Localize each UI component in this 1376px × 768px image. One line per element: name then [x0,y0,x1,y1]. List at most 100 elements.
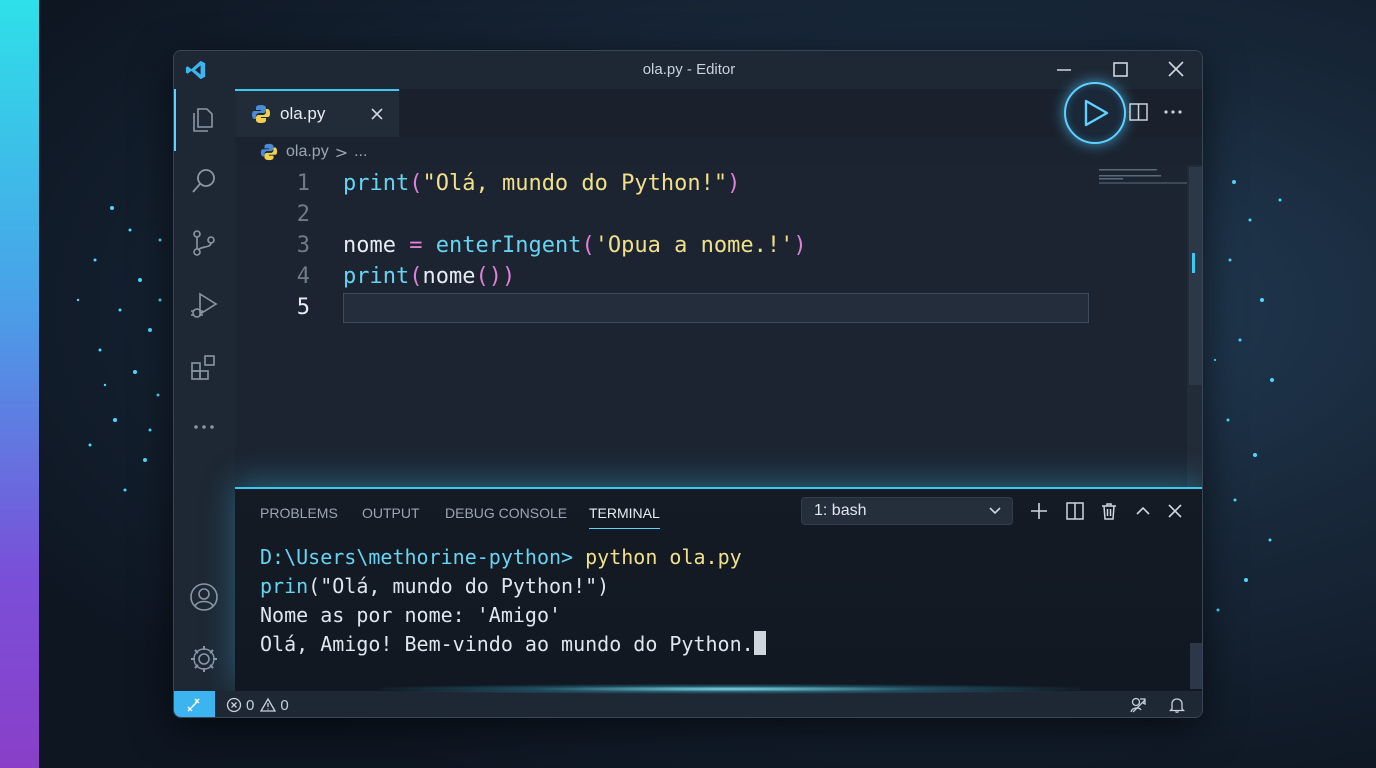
code-token: ) [727,171,741,196]
terminal-line-3: Nome as por nome: 'Amigo' [260,603,562,627]
tab-ola-py[interactable]: ola.py [235,89,399,137]
terminal-line-2: prin("Olá, mundo do Python!") [260,572,609,601]
close-window-icon[interactable] [1164,59,1188,81]
error-count: 0 [246,696,255,714]
breadcrumb-symbols[interactable]: ... [354,143,367,161]
close-panel-icon[interactable] [1165,501,1185,521]
terminal-scrollbar[interactable] [1190,643,1202,689]
trash-icon[interactable] [1099,501,1119,521]
breadcrumb: ola.py > ... [260,139,367,165]
remote-button[interactable] [174,691,215,717]
code-line[interactable]: 3 nome = enterIngent('Opua a nome.!') [235,230,1135,261]
code-text: nome = enterIngent('Opua a nome.!') [343,230,807,261]
code-token: print [343,264,410,289]
line-number: 5 [296,295,310,320]
code-token: nome [422,264,476,289]
code-text: print("Olá, mundo do Python!") [343,168,740,199]
code-line[interactable]: 5 [235,292,1135,323]
code-token: ) [501,264,516,289]
code-token: ( [409,171,423,196]
code-token: = [409,233,423,258]
status-bar: 0 0 [174,691,1202,717]
warning-icon [260,697,277,712]
line-number: 3 [296,233,310,258]
settings-gear-icon[interactable] [188,643,220,675]
terminal-line-2-fn: prin [260,574,309,598]
terminal-prompt: D:\Users\methorine-python> [260,545,574,569]
maximize-icon[interactable] [1108,59,1132,81]
line-number: 4 [296,264,310,289]
terminal-select-value: 1: bash [814,502,867,519]
more-actions-icon[interactable] [1162,102,1184,122]
window-title: ola.py - Editor [642,61,736,78]
tab-debug-console[interactable]: DEBUG CONSOLE [445,503,567,529]
split-editor-icon[interactable] [1128,102,1150,122]
code-editor[interactable]: 1 print("Olá, mundo do Python!") 2 3 nome = … [235,165,1202,487]
chevron-down-icon [989,507,1001,515]
remote-icon [187,698,200,712]
editor-window: ola.py - Editor ola.py ola.py > ... 1 pr… [173,50,1203,718]
account-icon[interactable] [188,581,220,613]
terminal-line-4: Olá, Amigo! Bem-vindo ao mundo do Python… [260,630,766,659]
code-token: nome [343,233,410,258]
tab-terminal[interactable]: TERMINAL [589,503,660,529]
maximize-panel-icon[interactable] [1133,501,1153,521]
code-token: enterIngent [435,233,582,258]
code-token: print [343,171,410,196]
scrollbar-thumb[interactable] [1189,167,1202,385]
terminal-line-1: D:\Users\methorine-python> python ola.py [260,543,742,572]
more-views-icon[interactable] [188,411,220,443]
code-token: ) [793,233,807,258]
terminal-cursor [753,631,766,655]
title-bar: ola.py - Editor [174,51,1202,89]
code-text: print(nome()) [343,261,515,292]
line-number: 2 [296,202,310,227]
code-token: ( [409,264,423,289]
activity-bar [174,89,235,691]
python-file-icon [252,105,270,123]
left-gradient-strip [0,0,39,768]
tab-output[interactable]: OUTPUT [362,503,420,529]
split-terminal-icon[interactable] [1065,501,1085,521]
editor-scrollbar[interactable] [1187,165,1202,487]
code-line[interactable]: 2 [235,199,1135,230]
new-terminal-icon[interactable] [1029,501,1049,521]
breadcrumb-separator: > [334,142,349,162]
breadcrumb-file[interactable]: ola.py [286,143,329,161]
terminal-command: python ola.py [573,545,742,569]
run-debug-icon[interactable] [188,289,220,321]
editor-tab-bar: ola.py [235,89,1202,137]
code-line[interactable]: 4 print(nome()) [235,261,1135,292]
play-icon [1084,99,1109,127]
terminal-glow [380,684,1080,694]
python-file-icon [260,143,278,161]
code-token: () [475,264,502,289]
feedback-icon[interactable] [1129,696,1147,714]
minimize-icon[interactable] [1052,59,1076,81]
problems-status[interactable]: 0 0 [226,691,289,717]
scrollbar-cursor-marker [1192,253,1195,273]
bottom-panel: PROBLEMS OUTPUT DEBUG CONSOLE TERMINAL 1… [235,487,1202,691]
line-number: 1 [296,171,310,196]
warning-count: 0 [280,696,289,714]
explorer-icon[interactable] [188,103,220,135]
terminal-line-2-rest: ("Olá, mundo do Python!") [308,574,610,598]
terminal-line-4-text: Olá, Amigo! Bem-vindo ao mundo do Python… [260,632,754,656]
run-python-button[interactable] [1064,82,1126,144]
minimap[interactable] [1097,167,1187,197]
extensions-icon[interactable] [188,351,220,383]
code-token: 'Opua a nome.!' [594,233,794,258]
tab-label: ola.py [280,104,326,123]
error-icon [226,697,242,713]
notifications-bell-icon[interactable] [1168,696,1186,714]
search-icon[interactable] [188,165,220,197]
code-token: ( [581,233,595,258]
code-token: "Olá, mundo do Python!" [422,171,728,196]
code-line[interactable]: 1 print("Olá, mundo do Python!") [235,168,1135,199]
source-control-icon[interactable] [188,227,220,259]
tab-problems[interactable]: PROBLEMS [260,503,338,529]
terminal-select[interactable]: 1: bash [801,497,1013,525]
active-indicator [174,89,176,151]
tab-close-icon[interactable] [369,106,385,122]
